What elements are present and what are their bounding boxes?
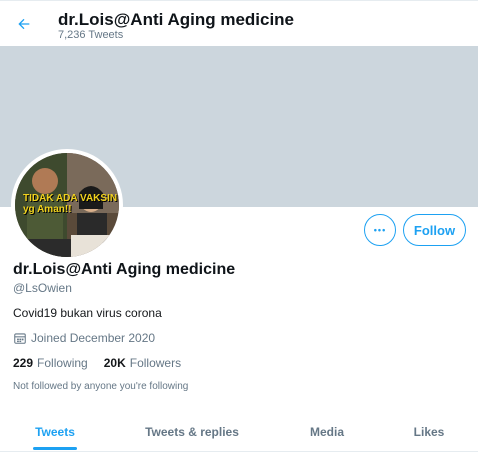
following-link[interactable]: 229 Following [13, 356, 88, 370]
not-followed-notice: Not followed by anyone you're following [13, 381, 189, 392]
following-label: Following [37, 356, 88, 370]
tab-tweets-and-replies[interactable]: Tweets & replies [110, 413, 274, 451]
profile-handle: @LsOwien [13, 281, 72, 295]
profile-header-bar: dr.Lois@Anti Aging medicine 7,236 Tweets [0, 0, 478, 46]
followers-label: Followers [129, 356, 182, 370]
joined-date: Joined December 2020 [13, 331, 155, 345]
follow-stats: 229 Following 20K Followers [13, 356, 181, 370]
joined-label: Joined December 2020 [31, 331, 156, 345]
header-tweet-count: 7,236 Tweets [58, 29, 124, 41]
followers-link[interactable]: 20K Followers [104, 356, 181, 370]
avatar-overlay-text: TIDAK ADA VAKSIN yg Aman!! [23, 193, 118, 215]
tab-media[interactable]: Media [274, 413, 380, 451]
following-count: 229 [13, 356, 34, 370]
calendar-icon [14, 333, 26, 344]
tab-tweets[interactable]: Tweets [0, 413, 110, 451]
back-arrow-icon [18, 18, 30, 30]
header-title: dr.Lois@Anti Aging medicine [58, 10, 295, 29]
profile-name: dr.Lois@Anti Aging medicine [13, 261, 236, 278]
profile-bio: Covid19 bukan virus corona [13, 306, 162, 320]
more-options-button[interactable]: ••• [364, 214, 396, 246]
tab-likes[interactable]: Likes [380, 413, 478, 451]
more-dots-icon: ••• [373, 225, 387, 235]
active-tab-indicator [33, 447, 77, 450]
avatar[interactable]: TIDAK ADA VAKSIN yg Aman!! [11, 149, 123, 261]
followers-count: 20K [103, 356, 126, 370]
back-button[interactable] [10, 10, 38, 38]
follow-button[interactable]: Follow [403, 214, 466, 246]
profile-tabs: Tweets Tweets & replies Media Likes [0, 413, 478, 452]
